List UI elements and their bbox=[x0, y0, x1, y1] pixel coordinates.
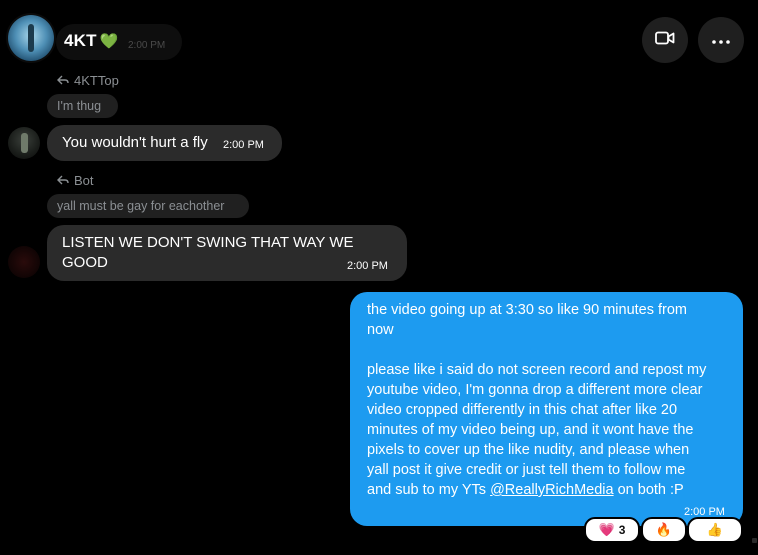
conversation-avatar[interactable] bbox=[8, 15, 54, 61]
message-text-line: GOOD bbox=[62, 254, 108, 271]
thumbs-up-reaction-icon: 👍 bbox=[706, 522, 724, 537]
reply-indicator: Bot bbox=[57, 173, 94, 188]
message-timestamp: 2:00 PM bbox=[347, 260, 388, 272]
more-horizontal-icon bbox=[712, 31, 730, 49]
scrollbar-thumb[interactable] bbox=[752, 538, 757, 543]
message-text: You wouldn't hurt a fly bbox=[62, 134, 208, 151]
outgoing-message-bubble[interactable]: the video going up at 3:30 so like 90 mi… bbox=[350, 292, 743, 526]
reaction-fire[interactable]: 🔥 bbox=[641, 517, 687, 543]
message-bubble[interactable]: LISTEN WE DON'T SWING THAT WAY WE GOOD 2… bbox=[47, 225, 407, 281]
fire-reaction-icon: 🔥 bbox=[655, 522, 673, 537]
sender-avatar[interactable] bbox=[8, 127, 40, 159]
quoted-message[interactable]: I'm thug bbox=[47, 94, 118, 118]
message-timestamp: 2:00 PM bbox=[223, 139, 264, 151]
message-bubble[interactable]: You wouldn't hurt a fly 2:00 PM bbox=[47, 125, 282, 161]
video-call-button[interactable] bbox=[642, 17, 688, 63]
more-options-button[interactable] bbox=[698, 17, 744, 63]
reaction-count: 3 bbox=[618, 523, 626, 537]
reaction-thumbs-up[interactable]: 👍 bbox=[687, 517, 743, 543]
heart-reaction-icon: 💗 bbox=[598, 522, 615, 537]
message-text-line: LISTEN WE DON'T SWING THAT WAY WE bbox=[62, 234, 354, 251]
reply-arrow-icon bbox=[57, 173, 69, 188]
quoted-message[interactable]: yall must be gay for eachother bbox=[47, 194, 249, 218]
green-heart-icon: 💚 bbox=[99, 33, 119, 50]
sender-avatar[interactable] bbox=[8, 246, 40, 278]
video-camera-icon bbox=[655, 31, 675, 50]
reply-arrow-icon bbox=[57, 73, 69, 88]
conversation-title[interactable]: 4KT 💚 bbox=[64, 31, 119, 51]
header-timestamp: 2:00 PM bbox=[128, 40, 166, 51]
reply-indicator: 4KTTop bbox=[57, 73, 119, 88]
reaction-heart[interactable]: 💗 3 bbox=[584, 517, 640, 543]
mention-link[interactable]: @ReallyRichMedia bbox=[490, 482, 614, 498]
